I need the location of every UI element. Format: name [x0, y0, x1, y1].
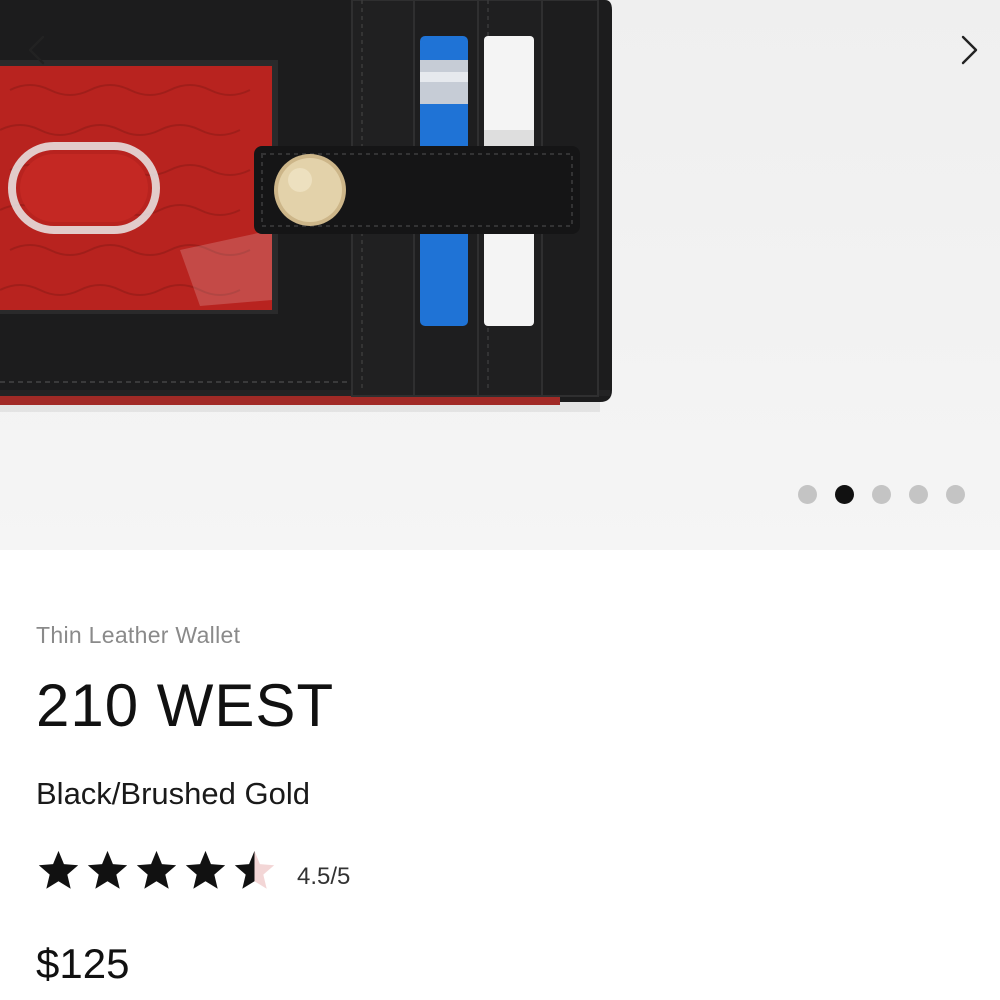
carousel-pagination: [798, 485, 965, 504]
star-icon: [136, 850, 177, 889]
carousel-dot[interactable]: [798, 485, 817, 504]
product-price: $125: [36, 940, 130, 987]
product-page: Thin Leather Wallet 210 WEST Black/Brush…: [0, 0, 1000, 1000]
rating-stars: [36, 848, 277, 893]
star-icon: [87, 850, 128, 889]
chevron-right-icon: [961, 35, 978, 65]
carousel-dot[interactable]: [835, 485, 854, 504]
carousel-dot[interactable]: [909, 485, 928, 504]
rating-score: 4.5/5: [297, 862, 351, 890]
carousel-dot[interactable]: [946, 485, 965, 504]
product-image: [0, 0, 612, 412]
product-category: Thin Leather Wallet: [36, 622, 241, 648]
carousel-dot[interactable]: [872, 485, 891, 504]
product-rating[interactable]: 4.5/5: [36, 848, 350, 893]
star-icon: [38, 850, 79, 889]
star-icon: [234, 850, 275, 889]
chevron-left-icon: [28, 35, 45, 65]
star-icon: [185, 850, 226, 889]
product-title: 210 WEST: [36, 672, 335, 739]
product-image-carousel[interactable]: [0, 0, 1000, 550]
carousel-next-button[interactable]: [952, 32, 988, 68]
product-variant: Black/Brushed Gold: [36, 776, 310, 811]
carousel-prev-button[interactable]: [18, 32, 54, 68]
